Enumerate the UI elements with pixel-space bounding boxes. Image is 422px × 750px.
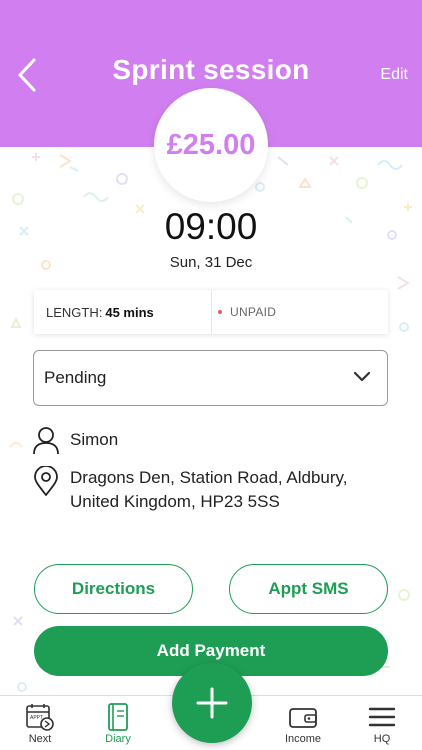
length-value: 45 mins (105, 304, 154, 320)
status-dropdown-value: Pending (44, 368, 107, 387)
edit-button[interactable]: Edit (380, 66, 408, 84)
tab-diary-label: Diary (105, 733, 131, 745)
menu-icon (368, 707, 396, 727)
person-icon (33, 427, 59, 455)
client-row: Simon (32, 426, 118, 456)
client-address: Dragons Den, Station Road, Aldbury, Unit… (70, 468, 348, 511)
add-fab-button[interactable] (172, 663, 252, 743)
appointment-time: 09:00 (164, 206, 258, 247)
tab-income-label: Income (284, 733, 322, 745)
chevron-down-icon (353, 371, 371, 382)
tab-diary[interactable]: Diary (88, 696, 148, 750)
client-name: Simon (70, 430, 119, 449)
status-dropdown[interactable]: Pending (33, 350, 388, 406)
length-section: LENGTH: 45 mins (34, 290, 212, 334)
payment-status-section: UNPAID (212, 305, 388, 319)
appointment-date: Sun, 31 Dec (169, 254, 253, 271)
address-row: Dragons Den, Station Road, Aldbury, Unit… (32, 466, 380, 514)
appointment-info-card: LENGTH: 45 mins UNPAID (34, 290, 388, 334)
tab-next-label: Next (28, 733, 52, 745)
page-title: Sprint session (112, 54, 310, 85)
length-label: LENGTH: (46, 304, 103, 320)
notebook-icon (108, 703, 128, 731)
payment-status: UNPAID (230, 305, 277, 319)
tab-income[interactable]: Income (273, 696, 333, 750)
tab-hq[interactable]: HQ (352, 696, 412, 750)
tab-hq-label: HQ (373, 733, 391, 745)
directions-button[interactable]: Directions (34, 564, 193, 614)
location-pin-icon (34, 466, 58, 496)
wallet-icon (289, 708, 317, 728)
appt-calendar-icon: APPT (26, 704, 54, 731)
plus-icon (196, 687, 228, 719)
status-dot-icon (218, 310, 222, 314)
appt-sms-button[interactable]: Appt SMS (229, 564, 388, 614)
price-badge: £25.00 (154, 88, 268, 202)
svg-text:APPT: APPT (30, 715, 43, 721)
price-amount: £25.00 (166, 128, 256, 161)
tab-next[interactable]: APPT Next (10, 696, 70, 750)
